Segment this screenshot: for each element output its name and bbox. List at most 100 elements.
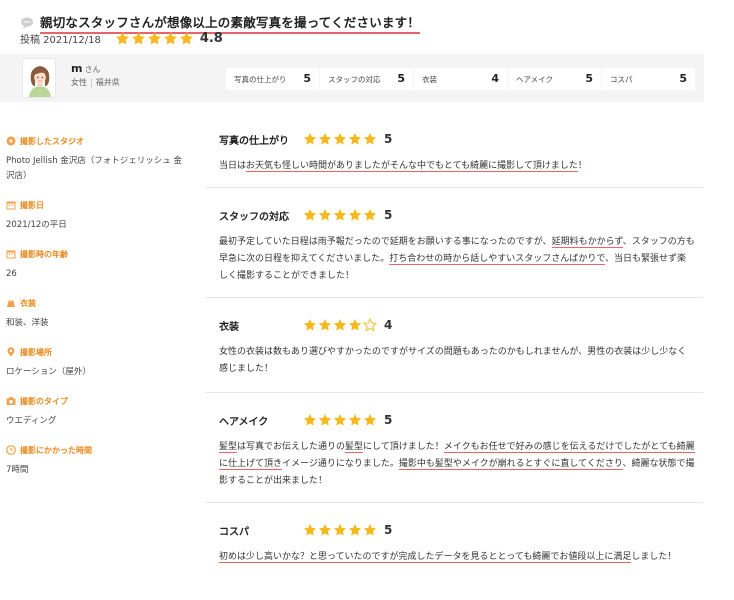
highlighted-text: お天気も怪しい時間がありましたがそんな中でもとても綺麗に撮影して頂けました (246, 161, 578, 172)
detail-value: ウエディング (6, 416, 57, 426)
rating-cell-hairmake: ヘアメイク 5 (508, 68, 601, 90)
star-filled-icon (303, 318, 317, 332)
star-filled-icon (333, 523, 347, 537)
category-score: 4 (384, 318, 393, 332)
review-header: 親切なスタッフさんが想像以上の素敵写真を撮ってくださいます！ 投稿 2021/1… (0, 0, 734, 54)
calendar-icon (6, 201, 16, 210)
category-star-rating (303, 413, 378, 427)
detail-heading-text: 撮影場所 (20, 347, 52, 357)
rating-value: 5 (397, 72, 405, 85)
category-score: 5 (384, 208, 393, 222)
detail-item: 撮影にかかった時間 7時間 (0, 443, 185, 478)
star-empty-icon (363, 318, 377, 332)
detail-heading-text: 撮影のタイプ (20, 396, 68, 406)
star-filled-icon (333, 208, 347, 222)
review-text-segment: 最初予定していた日程は雨予報だったので延期をお願いする事になったのですが、 (219, 237, 552, 247)
detail-heading: 衣装 (6, 296, 185, 310)
rating-cell-costume: 衣装 4 (414, 68, 507, 90)
review-text: 初めは少し高いかな？と思っていたのですが完成したデータを見るととっても綺麗でお値… (219, 549, 695, 566)
star-filled-icon (363, 413, 377, 427)
calendar-icon (6, 250, 16, 259)
review-section-header: スタッフの対応 5 (219, 204, 703, 226)
detail-item: 撮影時の年齢 26 (0, 247, 185, 282)
star-filled-icon (348, 523, 362, 537)
costume-icon (7, 300, 15, 307)
review-section: コスパ 5 初めは少し高いかな？と思っていたのですが完成したデータを見るととっても綺… (205, 503, 703, 576)
reviewer-name-text: m (71, 62, 83, 75)
detail-item: 撮影日 2021/12の平日 (0, 198, 185, 233)
detail-heading-text: 撮影したスタジオ (20, 136, 84, 146)
detail-heading: 撮影時の年齢 (6, 247, 185, 261)
review-meta: 投稿 2021/12/18 4.8 (20, 31, 223, 46)
rating-label: 写真の仕上がり (234, 75, 287, 84)
star-filled-icon (318, 413, 332, 427)
detail-heading-text: 撮影にかかった時間 (20, 445, 92, 455)
detail-heading: 撮影したスタジオ (6, 134, 185, 148)
detail-heading: 撮影場所 (6, 345, 185, 359)
star-filled-icon (303, 132, 317, 146)
star-filled-icon (147, 31, 162, 46)
review-text: 女性の衣装は数もあり選びやすかったのですがサイズの問題もあったのかもしれませんが… (219, 344, 695, 378)
review-section-header: 写真の仕上がり 5 (219, 128, 703, 150)
star-filled-icon (303, 208, 317, 222)
detail-heading-text: 衣装 (20, 298, 36, 308)
star-filled-icon (348, 413, 362, 427)
rating-summary: 写真の仕上がり 5 スタッフの対応 5 衣装 4 ヘアメイク 5 コスパ 5 (226, 68, 696, 90)
location-pin-icon (7, 347, 15, 357)
detail-value: 2021/12の平日 (6, 220, 67, 230)
review-text-segment: 女性の衣装は数もあり選びやすかったのですがサイズの問題もあったのかもしれませんが… (219, 347, 687, 374)
avatar (22, 58, 56, 98)
detail-item: 撮影したスタジオ Photo Jellish 金沢店（フォトジェリッシュ 金沢店） (0, 134, 185, 184)
posted-date: 投稿 2021/12/18 (20, 35, 101, 46)
detail-item: 衣装 和装、洋装 (0, 296, 185, 331)
highlighted-text: 延期料もかからず (551, 237, 623, 248)
detail-heading-text: 撮影時の年齢 (20, 249, 68, 259)
review-category-title: 写真の仕上がり (219, 135, 289, 147)
detail-heading-text: 撮影日 (20, 200, 44, 210)
review-text: 当日はお天気も怪しい時間がありましたがそんな中でもとても綺麗に撮影して頂けました… (219, 158, 695, 175)
camera-icon (6, 397, 16, 405)
star-filled-icon (303, 413, 317, 427)
rating-label: コスパ (610, 75, 633, 84)
review-section: 衣装 4 女性の衣装は数もあり選びやすかったのですがサイズの問題もあったのかもしれま… (205, 298, 703, 393)
review-text-segment: は写真でお伝えした通りの (237, 442, 346, 452)
highlighted-text: 撮影中も髪型やメイクが崩れるとすぐに直してくださり (398, 459, 623, 470)
info-separator: | (90, 78, 93, 87)
star-filled-icon (318, 318, 332, 332)
highlighted-text: 初めは少し高いかな？と思っていたのですが完成したデータを見るととっても綺麗でお値… (219, 552, 632, 563)
category-star-rating (303, 132, 378, 146)
review-category-title: 衣装 (219, 321, 239, 333)
review-category-title: コスパ (219, 526, 249, 538)
review-text-segment: イメージ通りになりました。 (282, 459, 399, 469)
highlighted-text: 髪型 (219, 442, 238, 453)
studio-icon (6, 136, 16, 146)
review-text-segment: にして頂けました！ (363, 442, 444, 452)
reviewer-info: 女性 | 福井県 (71, 77, 120, 88)
rating-label: 衣装 (422, 75, 437, 84)
review-text-segment: 当日は (219, 161, 247, 171)
detail-value: 7時間 (6, 465, 29, 475)
detail-heading: 撮影日 (6, 198, 185, 212)
overall-score: 4.8 (199, 31, 223, 46)
category-star-rating (303, 318, 378, 332)
category-reviews: 写真の仕上がり 5 当日はお天気も怪しい時間がありましたがそんな中でもとても綺麗に撮… (205, 120, 703, 576)
star-filled-icon (348, 208, 362, 222)
star-filled-icon (363, 132, 377, 146)
star-filled-icon (348, 132, 362, 146)
review-section: ヘアメイク 5 髪型は写真でお伝えした通りの髪型にして頂けました！メイクもお任せで好… (205, 393, 703, 503)
rating-cell-staff: スタッフの対応 5 (320, 68, 413, 90)
reviewer-name: m さん (71, 62, 100, 75)
shoot-details-sidebar: 撮影したスタジオ Photo Jellish 金沢店（フォトジェリッシュ 金沢店）… (0, 134, 185, 478)
highlighted-text: 髪型 (345, 442, 364, 453)
reviewer-profile: m さん 女性 | 福井県 写真の仕上がり 5 スタッフの対応 5 衣装 4 ヘアメイク 5 … (0, 54, 704, 102)
review-section-header: コスパ 5 (219, 519, 703, 541)
star-filled-icon (318, 208, 332, 222)
reviewer-prefecture: 福井県 (95, 78, 120, 87)
review-section-header: ヘアメイク 5 (219, 409, 703, 431)
detail-value: 26 (6, 269, 17, 279)
detail-item: 撮影場所 ロケーション（屋外） (0, 345, 185, 380)
detail-item: 撮影のタイプウエディング (0, 394, 185, 429)
star-filled-icon (348, 318, 362, 332)
detail-heading: 撮影のタイプ (6, 394, 185, 408)
review-text: 最初予定していた日程は雨予報だったので延期をお願いする事になったのですが、延期料… (219, 234, 695, 285)
